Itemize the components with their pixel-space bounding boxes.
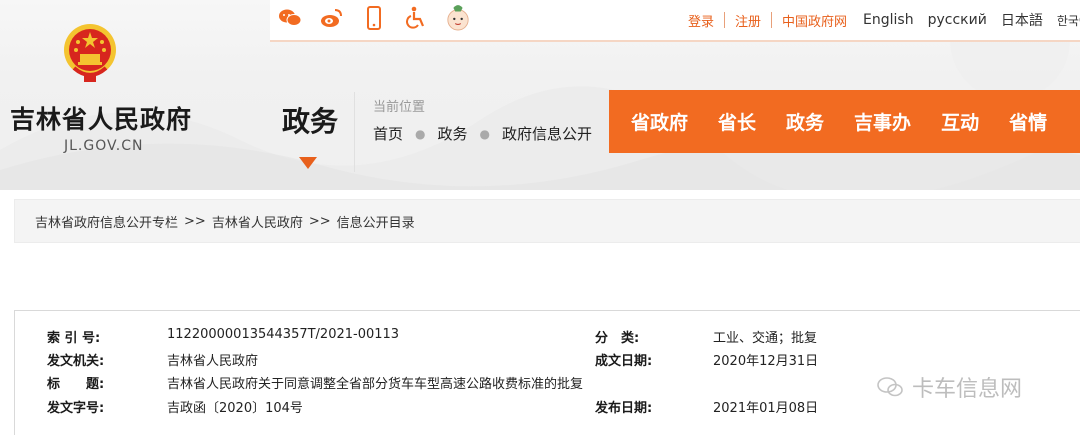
mobile-icon[interactable]: [362, 6, 386, 30]
wechat-watermark-icon: [877, 377, 903, 397]
created-date-label: 成文日期:: [595, 354, 653, 369]
nav-item-governor[interactable]: 省长: [718, 108, 756, 135]
section-title: 政务: [282, 105, 339, 138]
nav-item-jishiban[interactable]: 吉事办: [854, 108, 911, 135]
title-label: 标 题:: [47, 377, 105, 392]
location-link-disclosure[interactable]: 政府信息公开: [502, 123, 592, 144]
breadcrumb-item-provincial-government[interactable]: 吉林省人民政府: [212, 212, 303, 231]
category-label: 分 类:: [595, 331, 640, 346]
published-date-value: 2021年01月08日: [713, 401, 819, 416]
site-title[interactable]: 吉林省人民政府: [10, 100, 192, 136]
vertical-divider: [354, 92, 355, 172]
lang-english-link[interactable]: English: [863, 12, 914, 28]
index-label: 索 引 号:: [47, 331, 101, 346]
top-links: 登录 注册 中国政府网 English русский 日本語 한국어: [688, 10, 1080, 30]
mascot-icon[interactable]: [446, 5, 470, 31]
main-nav: 省政府 省长 政务 吉事办 互动 省情: [609, 90, 1080, 153]
link-separator: [771, 12, 773, 28]
issuer-label: 发文机关:: [47, 354, 105, 369]
nav-item-interaction[interactable]: 互动: [941, 108, 979, 135]
index-value: 11220000013544357T/2021-00113: [167, 327, 400, 342]
breadcrumb-item-catalog[interactable]: 信息公开目录: [337, 212, 415, 231]
lang-korean-link[interactable]: 한국어: [1057, 12, 1080, 29]
watermark: 卡车信息网: [876, 371, 1022, 403]
social-icons: [278, 5, 470, 31]
location-links: 首页 ● 政务 ● 政府信息公开: [373, 123, 592, 144]
breadcrumb: 吉林省政府信息公开专栏 >> 吉林省人民政府 >> 信息公开目录: [14, 199, 1080, 243]
gov-net-link[interactable]: 中国政府网: [782, 11, 847, 30]
section-indicator-arrow: [299, 157, 317, 169]
nav-item-affairs[interactable]: 政务: [786, 108, 824, 135]
site-domain: JL.GOV.CN: [64, 138, 144, 154]
national-emblem-icon: [64, 24, 116, 82]
nav-item-province-info[interactable]: 省情: [1009, 108, 1047, 135]
nav-item-provincial-government[interactable]: 省政府: [631, 108, 688, 135]
published-date-label: 发布日期:: [595, 401, 653, 416]
doc-number-label: 发文字号:: [47, 401, 105, 416]
location-link-affairs[interactable]: 政务: [438, 123, 468, 144]
dot-separator: ●: [415, 126, 426, 141]
lang-russian-link[interactable]: русский: [928, 12, 987, 28]
breadcrumb-separator: >>: [184, 213, 206, 229]
lang-japanese-link[interactable]: 日本語: [1001, 10, 1043, 30]
wechat-icon[interactable]: [278, 6, 302, 30]
doc-number-value: 吉政函〔2020〕104号: [167, 401, 303, 416]
location-link-home[interactable]: 首页: [373, 123, 403, 144]
weibo-icon[interactable]: [320, 6, 344, 30]
register-link[interactable]: 注册: [735, 11, 761, 30]
issuer-value: 吉林省人民政府: [167, 354, 259, 369]
breadcrumb-separator: >>: [308, 213, 331, 229]
accessibility-icon[interactable]: [404, 6, 428, 30]
location-label: 当前位置: [373, 100, 426, 115]
title-value: 吉林省人民政府关于同意调整全省部分货车车型高速公路收费标准的批复: [167, 377, 584, 392]
breadcrumb-item-disclosure-column[interactable]: 吉林省政府信息公开专栏: [35, 212, 178, 231]
created-date-value: 2020年12月31日: [713, 354, 819, 369]
category-value: 工业、交通；批复: [713, 331, 818, 346]
watermark-text: 卡车信息网: [912, 377, 1023, 402]
link-separator: [724, 12, 726, 28]
login-link[interactable]: 登录: [688, 11, 714, 30]
dot-separator: ●: [479, 126, 490, 141]
